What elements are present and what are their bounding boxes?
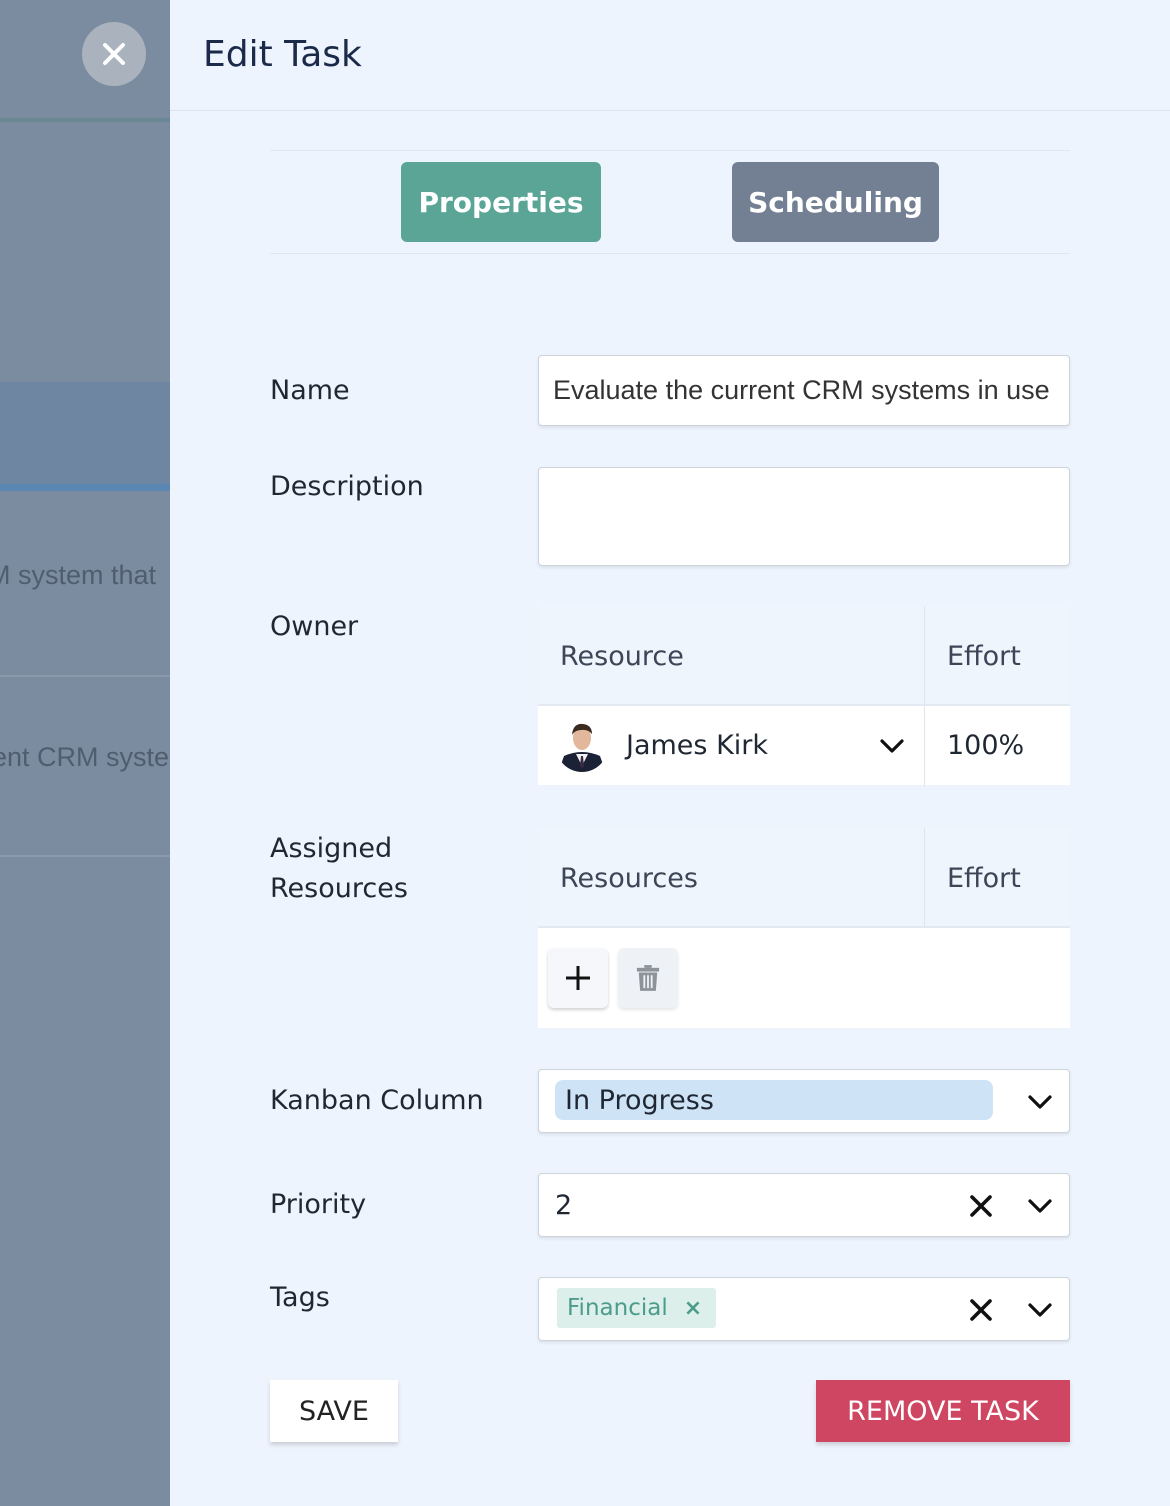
tag-chip: Financial × <box>557 1288 717 1328</box>
name-input[interactable]: Evaluate the current CRM systems in use <box>538 355 1070 426</box>
assigned-col-resources[interactable]: Resources <box>560 828 698 928</box>
description-textarea[interactable] <box>538 467 1070 566</box>
column-separator <box>924 828 925 928</box>
tab-scheduling[interactable]: Scheduling <box>732 162 939 242</box>
tag-label: Financial <box>567 1295 668 1321</box>
close-icon <box>103 43 125 65</box>
owner-row[interactable]: James Kirk 100% <box>538 706 1070 785</box>
background-text: M system that <box>0 560 157 590</box>
background-selected-row <box>0 382 170 484</box>
chevron-down-icon[interactable] <box>1025 1191 1055 1221</box>
clear-icon[interactable] <box>967 1296 995 1324</box>
assigned-col-effort[interactable]: Effort <box>947 828 1021 928</box>
background-divider <box>0 675 170 677</box>
remove-tag-icon[interactable]: × <box>684 1296 702 1321</box>
name-label: Name <box>270 375 350 406</box>
edit-task-panel: Edit Task Properties Scheduling Name Eva… <box>170 0 1170 1506</box>
clear-icon[interactable] <box>967 1192 995 1220</box>
assigned-grid-toolbar <box>538 928 1070 1028</box>
background-divider <box>0 118 170 122</box>
tags-label: Tags <box>270 1282 330 1313</box>
tags-select[interactable]: Financial × <box>538 1277 1070 1341</box>
delete-resource-button[interactable] <box>618 948 678 1008</box>
background-text: ent CRM syste <box>0 742 170 772</box>
owner-col-effort[interactable]: Effort <box>947 606 1021 706</box>
owner-grid: Resource Effort James Kirk 100% <box>538 606 1070 787</box>
assigned-resources-grid: Resources Effort <box>538 828 1070 1028</box>
chevron-down-icon[interactable] <box>878 732 906 760</box>
owner-col-resource[interactable]: Resource <box>560 606 684 706</box>
kanban-column-select[interactable]: In Progress <box>538 1069 1070 1133</box>
assigned-grid-header: Resources Effort <box>538 828 1070 928</box>
remove-task-button[interactable]: REMOVE TASK <box>816 1380 1070 1442</box>
trash-icon <box>636 965 660 991</box>
background-divider <box>0 484 170 491</box>
panel-title: Edit Task <box>203 33 362 75</box>
avatar <box>556 720 608 772</box>
chevron-down-icon[interactable] <box>1025 1087 1055 1117</box>
owner-name: James Kirk <box>626 730 769 761</box>
owner-effort[interactable]: 100% <box>947 706 1024 785</box>
save-button[interactable]: SAVE <box>270 1380 398 1442</box>
panel-header: Edit Task <box>170 0 1170 111</box>
assigned-resources-label: Assigned Resources <box>270 833 408 904</box>
background-app: M system that ent CRM syste <box>0 0 170 1506</box>
chevron-down-icon[interactable] <box>1025 1295 1055 1325</box>
kanban-column-label: Kanban Column <box>270 1085 484 1116</box>
owner-label: Owner <box>270 611 359 642</box>
close-panel-button[interactable] <box>82 22 146 86</box>
background-divider <box>0 855 170 857</box>
priority-select[interactable]: 2 <box>538 1173 1070 1237</box>
kanban-column-value: In Progress <box>555 1080 993 1120</box>
owner-grid-header: Resource Effort <box>538 606 1070 706</box>
tab-bar: Properties Scheduling <box>270 150 1070 254</box>
plus-icon <box>566 966 590 990</box>
priority-value: 2 <box>555 1189 573 1221</box>
column-separator <box>924 606 925 787</box>
priority-label: Priority <box>270 1189 367 1220</box>
description-label: Description <box>270 471 424 502</box>
add-resource-button[interactable] <box>548 948 608 1008</box>
tab-properties[interactable]: Properties <box>401 162 601 242</box>
